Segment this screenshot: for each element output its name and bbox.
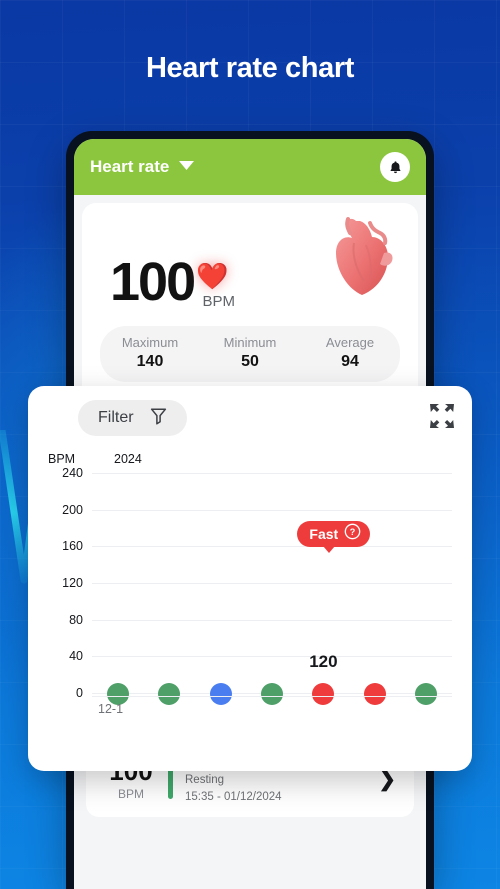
stat-maximum-label: Maximum [121, 335, 179, 350]
question-circle-icon[interactable]: ? [344, 523, 361, 545]
y-tick-label: 240 [62, 466, 83, 480]
filter-button[interactable]: Filter [78, 400, 187, 436]
stat-maximum: Maximum 140 [100, 335, 200, 371]
stat-average-label: Average [325, 335, 375, 350]
y-axis-title: BPM [48, 452, 76, 466]
y-tick-label: 200 [62, 502, 83, 517]
chart-bars: 120 [92, 474, 452, 705]
app-bar-title: Heart rate [90, 157, 170, 176]
y-tick-label: 0 [76, 686, 83, 700]
heart-rate-chart-card: Filter BPM 2024 0 40 80 120 160 200 240 … [28, 386, 472, 771]
fast-badge-label: Fast [309, 525, 339, 542]
app-bar: Heart rate [74, 139, 426, 195]
stat-average-value: 94 [341, 353, 359, 370]
page-title: Heart rate chart [146, 52, 354, 84]
history-bpm-unit: BPM [117, 786, 144, 801]
anatomical-heart-icon [326, 215, 398, 304]
x-axis-label: 12-1 [98, 702, 124, 716]
history-timestamp: 15:35 - 01/12/2024 [185, 790, 282, 803]
y-tick-label: 40 [69, 649, 83, 664]
funnel-icon [150, 407, 167, 430]
fast-annotation-badge[interactable]: Fast ? [297, 520, 371, 553]
history-activity: Resting [185, 774, 224, 786]
chart-plot-wrapper: 0 40 80 120 160 200 240 120 Fast ? 12-1 [44, 466, 456, 724]
stat-minimum-value: 50 [241, 353, 259, 370]
current-bpm-unit: BPM [202, 293, 235, 310]
chart-year-label: 2024 [114, 452, 142, 466]
chart-plot-area: 0 40 80 120 160 200 240 120 Fast ? [62, 466, 452, 705]
stat-maximum-value: 140 [136, 353, 164, 370]
stat-minimum: Minimum 50 [200, 335, 300, 371]
chart-card-header: Filter [44, 400, 456, 436]
svg-text:?: ? [350, 527, 356, 537]
current-bpm-value: 100 [110, 251, 196, 312]
stat-minimum-label: Minimum [223, 335, 277, 350]
chevron-down-icon[interactable] [178, 158, 195, 176]
current-reading-card: 100 ❤️ BPM Maximum 140 Minimum 50 Averag… [82, 203, 418, 403]
y-tick-label: 160 [62, 539, 83, 554]
heart-icon: ❤️ [196, 261, 229, 291]
filter-label: Filter [98, 409, 134, 426]
chart-value-label: 120 [309, 652, 338, 671]
stat-average: Average 94 [300, 335, 400, 371]
reading-row: 100 ❤️ BPM [96, 217, 404, 312]
y-tick-label: 120 [62, 576, 83, 590]
expand-arrows-icon[interactable] [428, 402, 456, 430]
bell-icon[interactable] [380, 152, 410, 182]
chart-x-axis: 12-1 [92, 696, 452, 722]
stats-summary-pill: Maximum 140 Minimum 50 Average 94 [100, 326, 400, 382]
chart-axis-header: BPM 2024 [44, 452, 456, 466]
y-tick-label: 80 [69, 612, 83, 627]
